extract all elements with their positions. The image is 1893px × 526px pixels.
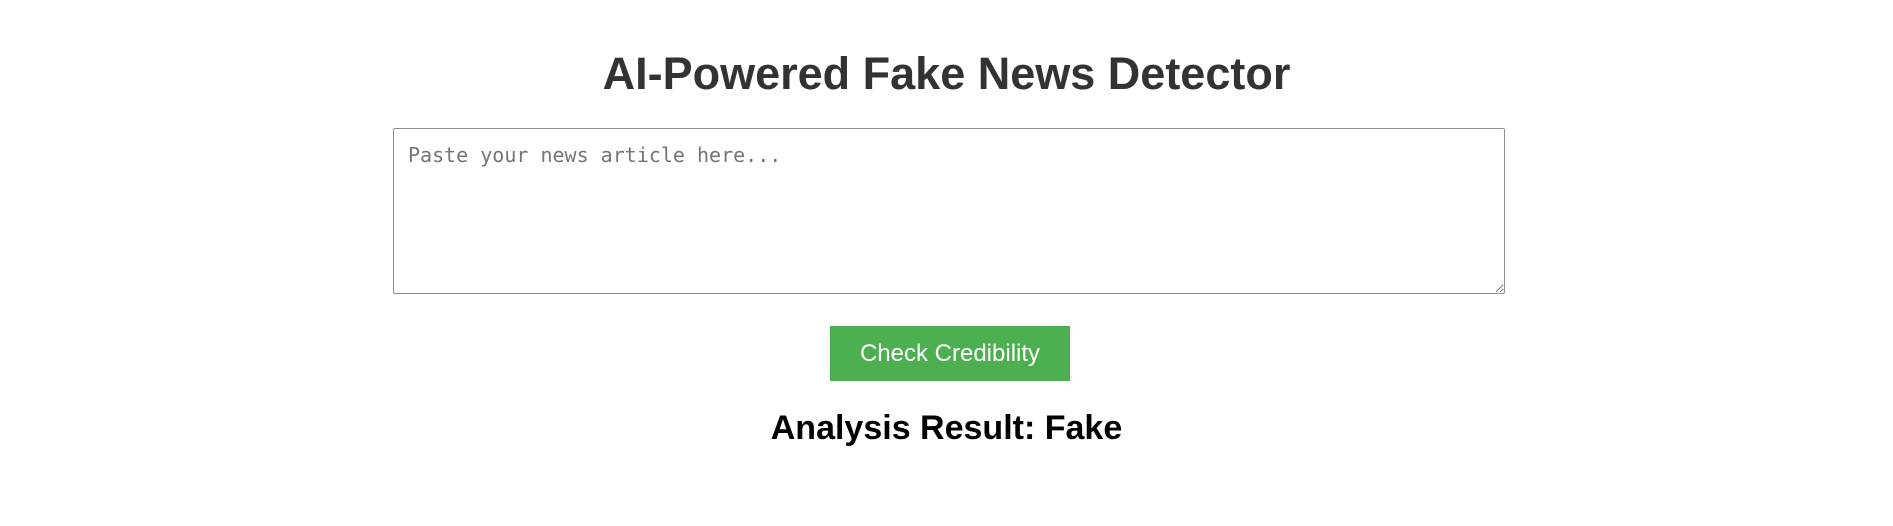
check-credibility-button[interactable]: Check Credibility	[830, 326, 1070, 381]
page: AI-Powered Fake News Detector Check Cred…	[0, 0, 1893, 526]
analysis-result: Analysis Result: Fake	[770, 409, 1123, 447]
article-input[interactable]	[393, 128, 1505, 294]
page-title: AI-Powered Fake News Detector	[602, 48, 1291, 99]
